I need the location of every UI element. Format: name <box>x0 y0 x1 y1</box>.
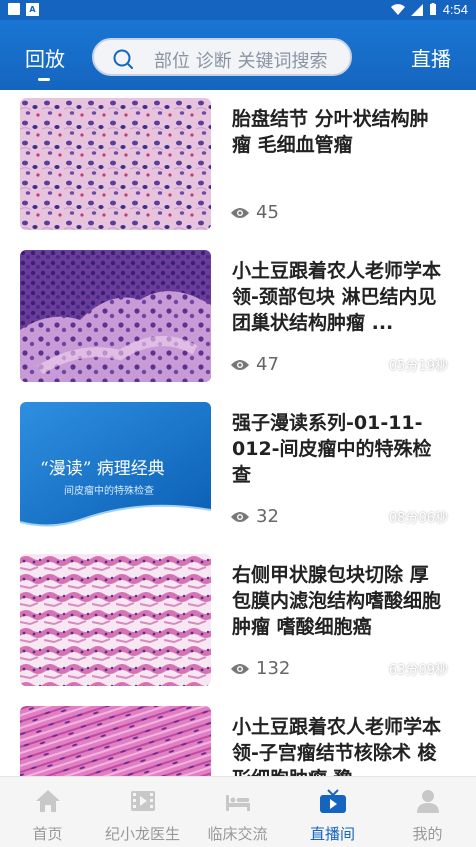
nav-label: 首页 <box>32 825 63 843</box>
video-item[interactable]: 小土豆跟着农人老师学本领-子宫瘤结节核除术 梭形细胞肿瘤 豫 <box>20 706 460 776</box>
view-count-value: 132 <box>256 658 291 679</box>
status-bar: A 4:54 <box>0 0 476 20</box>
nav-home[interactable]: 首页 <box>0 777 95 847</box>
nav-label: 直播间 <box>309 825 355 843</box>
video-thumbnail <box>20 706 211 776</box>
thumbnail-subtitle: 间皮瘤中的特殊检查 <box>64 486 154 497</box>
video-list: 胎盘结节 分叶状结构肿瘤 毛细血管瘤 45 05分19秒 小土豆跟着农人老师学本… <box>0 90 476 776</box>
tab-live[interactable]: 直播 <box>411 43 451 72</box>
nav-label: 纪小龙医生 <box>104 825 180 843</box>
eye-icon <box>231 359 249 370</box>
tab-indicator <box>38 78 50 81</box>
person-icon <box>416 790 439 813</box>
wifi-icon <box>390 3 405 15</box>
video-thumbnail <box>20 98 211 230</box>
app-badge-icon: A <box>26 3 39 16</box>
video-item[interactable]: 05分19秒 小土豆跟着农人老师学本领-颈部包块 淋巴结内见团巢状结构肿瘤 ..… <box>20 250 460 382</box>
view-count: 132 <box>230 658 290 679</box>
view-count: 45 <box>230 202 279 223</box>
video-duration: 08分06秒 <box>388 511 448 526</box>
nav-label: 我的 <box>412 825 443 843</box>
video-thumbnail <box>20 250 211 382</box>
view-count-value: 45 <box>256 202 279 223</box>
search-input[interactable]: 部位 诊断 关键词搜索 <box>92 38 352 76</box>
video-item[interactable]: 胎盘结节 分叶状结构肿瘤 毛细血管瘤 45 <box>20 98 460 230</box>
view-count-value: 32 <box>256 506 279 527</box>
film-icon <box>130 791 155 811</box>
view-count: 47 <box>230 354 279 375</box>
nav-clinical[interactable]: 临床交流 <box>190 777 285 847</box>
eye-icon <box>231 511 249 522</box>
video-duration: 63分09秒 <box>388 663 448 678</box>
battery-icon <box>429 3 436 15</box>
view-count: 32 <box>230 506 279 527</box>
home-icon <box>35 790 60 812</box>
tv-icon <box>319 789 346 813</box>
nav-doctor[interactable]: 纪小龙医生 <box>95 777 190 847</box>
top-bar: 回放 部位 诊断 关键词搜索 直播 <box>0 20 476 90</box>
eye-icon <box>231 663 249 674</box>
video-title: 小土豆跟着农人老师学本领-颈部包块 淋巴结内见团巢状结构肿瘤 ... <box>232 260 442 334</box>
notification-icon <box>8 3 20 15</box>
search-icon <box>113 49 133 69</box>
video-thumbnail <box>20 554 211 686</box>
thumbnail-title: “漫读” 病理经典 <box>40 459 165 479</box>
eye-icon <box>231 207 249 218</box>
nav-live-room[interactable]: 直播间 <box>285 777 380 847</box>
video-thumbnail: “漫读” 病理经典 间皮瘤中的特殊检查 <box>20 402 211 534</box>
video-title: 胎盘结节 分叶状结构肿瘤 毛细血管瘤 <box>232 108 429 156</box>
bottom-nav: 首页 纪小龙医生 临床交流 直播间 我的 <box>0 776 476 847</box>
video-title: 强子漫读系列-01-11-012-间皮瘤中的特殊检查 <box>232 412 432 486</box>
view-count-value: 47 <box>256 354 279 375</box>
video-item[interactable]: 63分09秒 右侧甲状腺包块切除 厚包膜内滤泡结构嗜酸细胞肿瘤 嗜酸细胞癌 13… <box>20 554 460 686</box>
nav-label: 临床交流 <box>207 825 268 843</box>
search-placeholder: 部位 诊断 关键词搜索 <box>154 51 328 72</box>
video-item[interactable]: “漫读” 病理经典 间皮瘤中的特殊检查 08分06秒 强子漫读系列-01-11-… <box>20 402 460 534</box>
video-title: 右侧甲状腺包块切除 厚包膜内滤泡结构嗜酸细胞肿瘤 嗜酸细胞癌 <box>232 564 442 638</box>
tab-playback[interactable]: 回放 <box>25 43 65 72</box>
nav-profile[interactable]: 我的 <box>380 777 475 847</box>
video-title: 小土豆跟着农人老师学本领-子宫瘤结节核除术 梭形细胞肿瘤 豫 <box>232 716 442 776</box>
video-duration: 05分19秒 <box>388 359 448 374</box>
status-time: 4:54 <box>442 2 468 17</box>
signal-icon <box>410 3 423 16</box>
bed-icon <box>225 795 250 811</box>
